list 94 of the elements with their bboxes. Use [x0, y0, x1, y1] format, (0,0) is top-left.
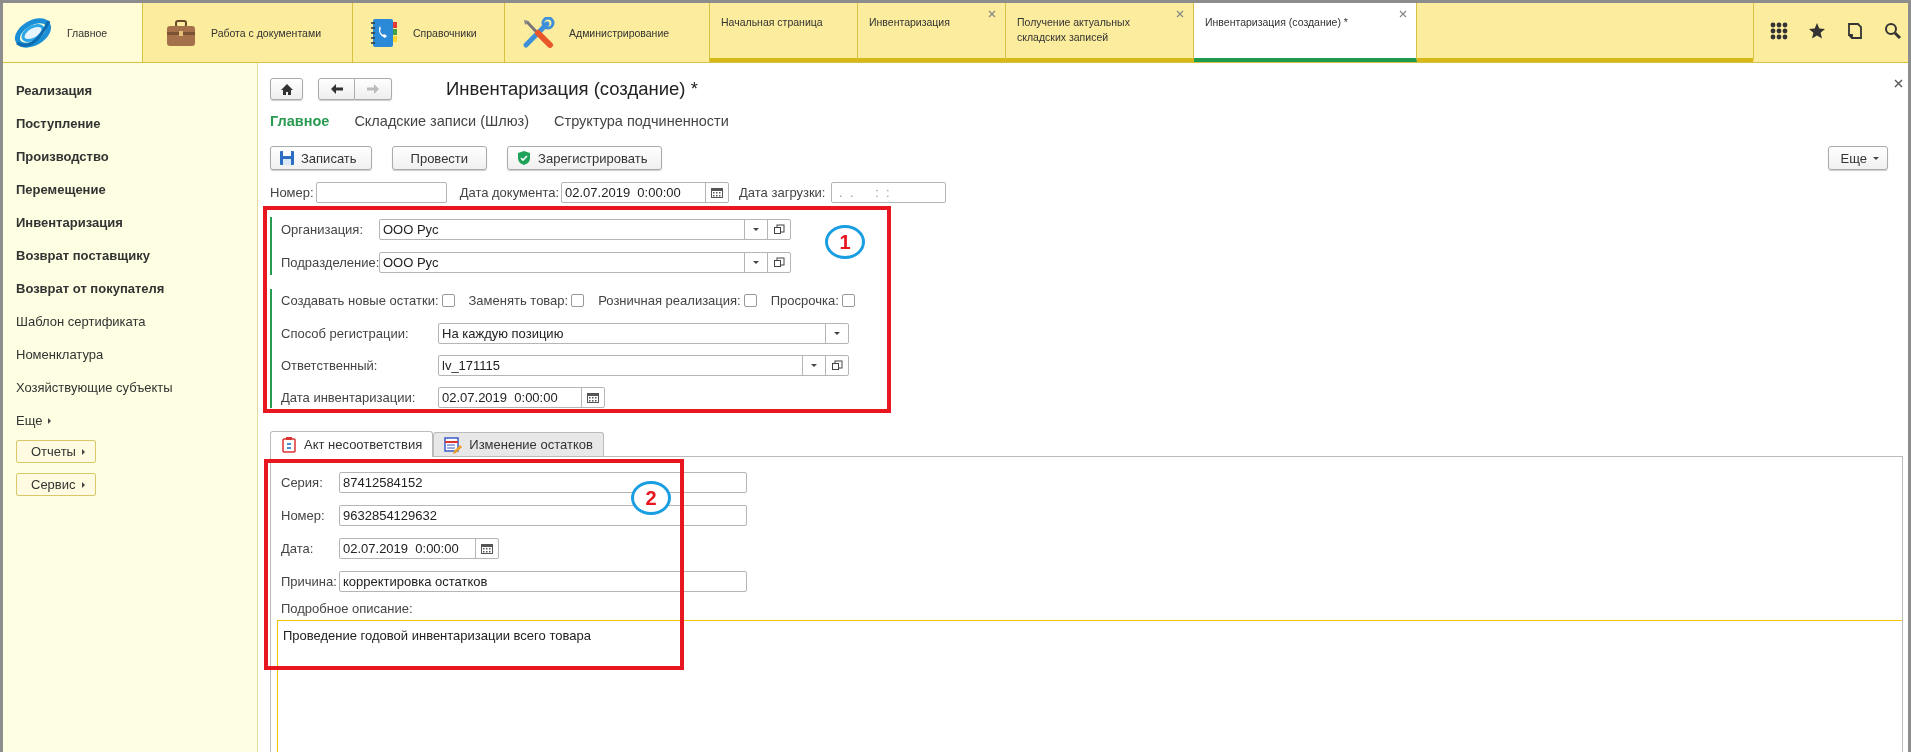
more-button[interactable]: Еще [1827, 146, 1888, 170]
dropdown-icon[interactable] [834, 332, 840, 335]
open-form-icon[interactable] [773, 257, 785, 268]
document-icon[interactable] [1846, 21, 1864, 40]
sidebar-link[interactable]: Инвентаризация [3, 206, 136, 239]
window-tab[interactable]: Инвентаризация [858, 3, 1006, 62]
calendar-icon[interactable] [481, 543, 493, 554]
input-field[interactable]: 9632854129632 [339, 505, 747, 526]
field-label: Подробное описание: [281, 601, 413, 616]
dropdown-icon[interactable] [753, 228, 759, 231]
checkbox-label: Просрочка: [770, 293, 839, 308]
sidebar-link[interactable]: Номенклатура [3, 338, 117, 371]
caret-icon [1873, 156, 1879, 160]
page-tab[interactable]: Изменение остатков [433, 432, 604, 456]
shield-icon [516, 150, 533, 166]
caret-icon [81, 481, 85, 488]
close-icon[interactable] [1399, 10, 1407, 18]
more-link[interactable]: Еще [3, 404, 65, 437]
input-field[interactable]: 02.07.2019 0:00:00 [561, 182, 730, 203]
checkbox[interactable] [743, 294, 757, 307]
field-label: Ответственный: [281, 358, 379, 373]
calendar-icon[interactable] [587, 392, 599, 403]
right-arrow-icon [367, 84, 379, 94]
section-button[interactable]: Главное [3, 3, 143, 62]
section-button[interactable]: Работа с документами [143, 3, 353, 62]
caret-icon [81, 448, 85, 455]
command-button[interactable]: Провести [391, 146, 488, 170]
field-label: Номер: [281, 508, 326, 523]
input-field[interactable]: корректировка остатков [339, 571, 747, 592]
form-tab[interactable]: Складские записи (Шлюз) [354, 113, 530, 130]
input-field[interactable]: 02.07.2019 0:00:00 [438, 387, 605, 408]
checkbox[interactable] [841, 294, 855, 307]
window-tab[interactable]: Инвентаризация (создание) * [1194, 3, 1417, 62]
left-arrow-icon [330, 84, 343, 94]
window-tab[interactable]: Начальная страница [710, 3, 858, 62]
search-icon[interactable] [1884, 22, 1901, 39]
apps-grid-icon[interactable] [1770, 21, 1788, 40]
checkbox[interactable] [441, 294, 455, 307]
section-button[interactable]: Справочники [353, 3, 505, 62]
field-label: Способ регистрации: [281, 326, 410, 341]
sidebar-link[interactable]: Шаблон сертификата [3, 305, 159, 338]
form-tab[interactable]: Структура подчиненности [554, 113, 729, 130]
input-field[interactable]: ООО Рус [379, 219, 791, 240]
command-button[interactable]: Записать [270, 146, 372, 170]
input-field[interactable]: lv_171115 [438, 355, 849, 376]
caret-icon [48, 417, 52, 424]
sidebar-link[interactable]: Возврат поставщику [3, 239, 163, 272]
clipboard-icon [281, 436, 297, 453]
field-label: Организация: [281, 222, 365, 237]
checkbox[interactable] [571, 294, 585, 307]
form-tab[interactable]: Главное [270, 113, 330, 130]
sidebar-button[interactable]: Отчеты [16, 440, 96, 463]
address-book-icon [369, 16, 399, 49]
form-title: Инвентаризация (создание) * [446, 78, 698, 100]
field-label: Дата документа: [459, 185, 560, 200]
star-icon[interactable] [1808, 21, 1826, 40]
input-field[interactable]: ООО Рус [379, 252, 791, 273]
home-icon [280, 83, 293, 95]
checkbox-label: Заменять товар: [468, 293, 569, 308]
sidebar-link[interactable]: Поступление [3, 107, 114, 140]
field-label: Дата инвентаризации: [281, 390, 417, 405]
dropdown-icon[interactable] [811, 364, 817, 367]
checkbox-label: Розничная реализация: [598, 293, 741, 308]
back-button[interactable] [318, 78, 355, 100]
sidebar-link[interactable]: Перемещение [3, 173, 119, 206]
table-edit-icon [444, 435, 463, 454]
tools-icon [521, 16, 555, 49]
field-label: Дата: [281, 541, 315, 556]
sidebar-link[interactable]: Хозяйствующие субъекты [3, 371, 186, 404]
calendar-icon[interactable] [711, 187, 724, 198]
page-tab[interactable]: Акт несоответствия [270, 431, 434, 457]
checkbox-label: Создавать новые остатки: [281, 293, 439, 308]
briefcase-icon [165, 17, 197, 48]
description-field[interactable]: Проведение годовой инвентаризации всего товара [277, 620, 1902, 752]
sidebar-link[interactable]: Реализация [3, 74, 106, 107]
sidebar-button[interactable]: Сервис [16, 473, 96, 496]
input-field[interactable]: 02.07.2019 0:00:00 [339, 538, 499, 559]
field-label: Подразделение: [281, 255, 379, 270]
open-form-icon[interactable] [831, 360, 843, 371]
field-label: Серия: [281, 475, 324, 490]
field-label: Номер: [270, 185, 314, 200]
sidebar-link[interactable]: Возврат от покупателя [3, 272, 178, 305]
section-button[interactable]: Администрирование [505, 3, 710, 62]
sidebar-link[interactable]: Производство [3, 140, 122, 173]
home-button[interactable] [270, 78, 303, 100]
field-label: Дата загрузки: [739, 185, 826, 200]
open-form-icon[interactable] [773, 224, 785, 235]
close-icon[interactable] [1894, 78, 1903, 88]
command-button[interactable]: Зарегистрировать [507, 146, 663, 170]
input-field[interactable]: На каждую позицию [438, 323, 849, 344]
input-field[interactable] [315, 182, 447, 203]
dropdown-icon[interactable] [753, 261, 759, 264]
field-label: Причина: [281, 574, 338, 589]
callout-number: 1 [825, 225, 865, 259]
